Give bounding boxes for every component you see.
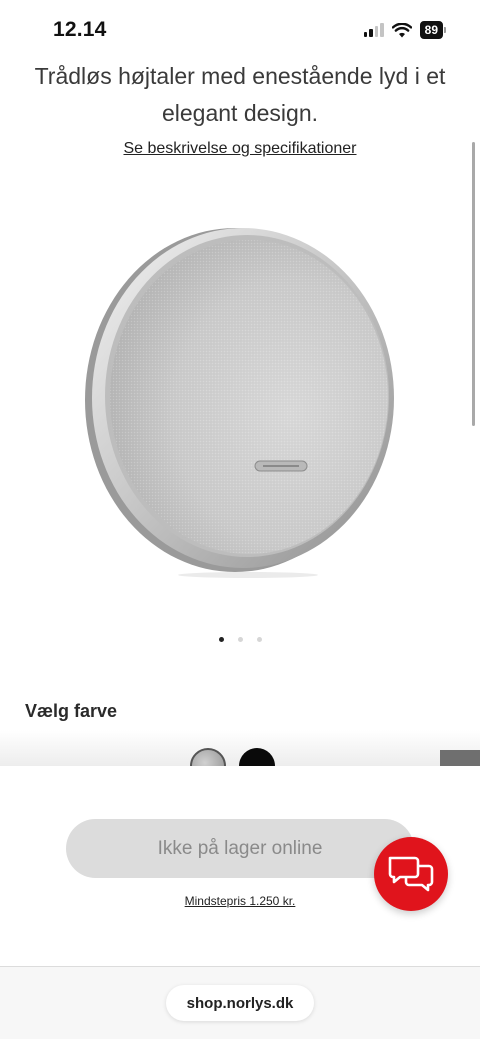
spec-link[interactable]: Se beskrivelse og specifikationer xyxy=(0,140,480,158)
chat-bubbles-icon xyxy=(388,856,434,892)
out-of-stock-button[interactable]: Ikke på lager online xyxy=(66,819,414,878)
battery-icon: 89 xyxy=(419,21,446,39)
status-icons: 89 xyxy=(363,21,446,39)
scroll-indicator[interactable] xyxy=(472,142,475,426)
carousel-dot[interactable] xyxy=(256,637,262,642)
url-field[interactable]: shop.norlys.dk xyxy=(166,985,314,1021)
status-time: 12.14 xyxy=(53,18,107,41)
carousel-dots xyxy=(0,637,480,642)
product-image xyxy=(85,228,394,578)
carousel-dot[interactable] xyxy=(237,637,243,642)
battery-level: 89 xyxy=(419,21,443,39)
chat-button[interactable] xyxy=(374,837,448,911)
min-price-label[interactable]: Mindstepris 1.250 kr. xyxy=(185,894,296,908)
browser-address-bar: shop.norlys.dk xyxy=(0,966,480,1039)
status-bar: 12.14 89 xyxy=(0,0,480,58)
purchase-panel: Ikke på lager online Mindstepris 1.250 k… xyxy=(0,766,480,966)
color-picker-label: Vælg farve xyxy=(25,701,118,721)
cellular-signal-icon xyxy=(363,23,384,37)
carousel-dot[interactable] xyxy=(218,637,224,642)
product-headline: Trådløs højtaler med enestående lyd i et… xyxy=(34,63,446,126)
spec-link-label[interactable]: Se beskrivelse og specifikationer xyxy=(123,140,356,157)
wifi-icon xyxy=(391,22,412,37)
